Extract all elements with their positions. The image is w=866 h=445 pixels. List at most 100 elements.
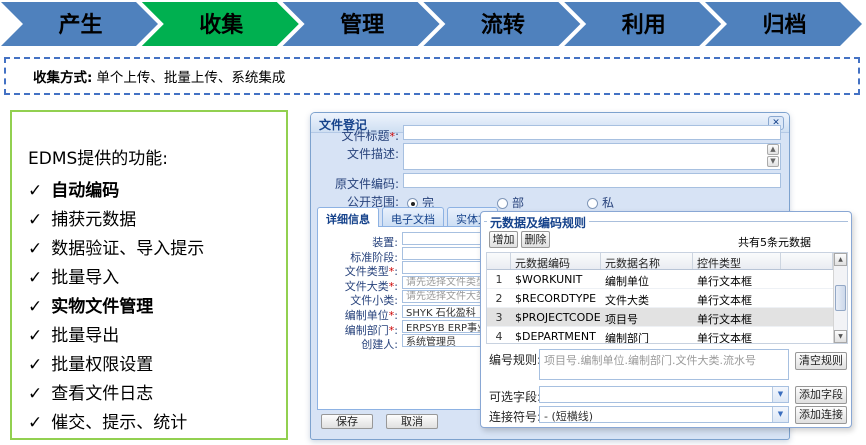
numbering-rule-input[interactable] [539,349,789,380]
cancel-button[interactable]: 取消 [386,414,438,429]
scroll-up-icon[interactable]: ▲ [767,144,779,155]
table-row[interactable]: 3$PROJECTCODE项目号单行文本框 [487,308,847,327]
table-cell [781,327,833,344]
svg-text:利用: 利用 [622,13,666,38]
feature-label: 捕获元数据 [51,210,136,230]
clear-rule-button[interactable]: 清空规则 [795,352,847,370]
features-list: ✓自动编码✓捕获元数据✓数据验证、导入提示✓批量导入✓实物文件管理✓批量导出✓批… [28,177,280,438]
rule-label: 编号规则: [489,351,541,368]
table-cell: 单行文本框 [693,289,781,307]
scroll-down-icon[interactable]: ▼ [834,330,847,343]
check-icon: ✓ [28,297,42,317]
field-label: 创建人: [318,336,398,352]
tab-电子文档[interactable]: 电子文档 [382,207,444,226]
column-header[interactable]: 元数据编码 [511,253,601,269]
table-cell: 2 [487,289,511,307]
feature-item: ✓批量权限设置 [28,351,280,380]
check-icon: ✓ [28,239,42,259]
field-label: 编制单位*: [318,307,398,323]
svg-text:产生: 产生 [58,13,102,38]
table-cell [781,289,833,307]
feature-label: 自动编码 [51,181,119,201]
table-row[interactable]: 1$WORKUNIT编制单位单行文本框 [487,270,847,289]
flow-step-5: 利用 [564,2,721,46]
table-cell: 单行文本框 [693,308,781,326]
connector-label: 连接符号: [489,408,541,425]
check-icon: ✓ [28,326,42,346]
flow-step-2: 收集 [142,2,299,46]
optional-field-label: 可选字段: [489,388,541,405]
features-box: EDMS提供的功能: ✓自动编码✓捕获元数据✓数据验证、导入提示✓批量导入✓实物… [10,110,288,440]
field-label: 文件小类: [318,292,398,308]
table-cell: $DEPARTMENT [511,327,601,344]
add-connector-button[interactable]: 添加连接 [795,406,847,424]
feature-label: 催交、提示、统计 [51,413,187,433]
file-description-input[interactable] [403,143,781,170]
add-field-button[interactable]: 添加字段 [795,386,847,404]
feature-item: ✓查看文件日志 [28,380,280,409]
feature-item: ✓批量导出 [28,322,280,351]
svg-text:收集: 收集 [199,12,244,38]
table-cell: 单行文本框 [693,327,781,344]
feature-label: 批量权限设置 [51,355,153,375]
feature-label: 实物文件管理 [51,297,153,317]
flow-step-4: 流转 [423,2,580,46]
check-icon: ✓ [28,268,42,288]
connector-select[interactable]: - (短横线) ▼ [539,406,789,423]
flow-step-3: 管理 [283,2,440,46]
table-row[interactable]: 4$DEPARTMENT编制部门单行文本框 [487,327,847,344]
svg-text:流转: 流转 [481,12,525,38]
table-cell [781,308,833,326]
banner-text: 单个上传、批量上传、系统集成 [96,66,285,86]
field-label: 文件类型*: [318,263,398,279]
table-cell: $RECORDTYPE [511,289,601,307]
field-label: 编制部门*: [318,322,398,338]
check-icon: ✓ [28,384,42,404]
table-cell: 4 [487,327,511,344]
tab-详细信息[interactable]: 详细信息 [317,207,379,227]
check-icon: ✓ [28,413,42,433]
scrollbar-thumb[interactable] [835,285,846,311]
chevron-down-icon[interactable]: ▼ [772,407,788,422]
table-scrollbar[interactable]: ▲ ▼ [833,253,847,343]
metadata-table: 元数据编码元数据名称控件类型1$WORKUNIT编制单位单行文本框2$RECOR… [486,252,848,344]
feature-label: 批量导入 [51,268,119,288]
feature-item: ✓ 批量导入 [28,264,280,293]
table-row[interactable]: 2$RECORDTYPE文件大类单行文本框 [487,289,847,308]
field-label: 原文件编码: [311,175,399,192]
edms-collect-slide: 产生收集管理流转利用归档 收集方式: 单个上传、批量上传、系统集成 EDMS提供… [0,0,866,445]
add-button[interactable]: 增加 [489,231,518,248]
table-header-row: 元数据编码元数据名称控件类型 [487,253,847,270]
field-label: 文件大类*: [318,278,398,294]
optional-field-select[interactable]: ▼ [539,386,789,403]
metadata-rules-panel: 元数据及编码规则 增加 删除 共有5条元数据 元数据编码元数据名称控件类型1$W… [480,211,852,428]
table-cell: 项目号 [601,308,693,326]
column-header[interactable] [487,253,511,269]
feature-item: ✓ 自动编码 [28,177,280,206]
flow-step-6: 归档 [705,2,862,46]
svg-text:管理: 管理 [340,12,384,38]
column-header[interactable] [781,253,833,269]
feature-item: ✓ 数据验证、导入提示 [28,235,280,264]
save-button[interactable]: 保存 [321,414,373,429]
text-input[interactable] [403,173,781,188]
scroll-up-icon[interactable]: ▲ [834,253,847,266]
text-input[interactable] [403,125,781,140]
chevron-down-icon[interactable]: ▼ [772,387,788,402]
column-header[interactable]: 元数据名称 [601,253,693,269]
table-cell: 文件大类 [601,289,693,307]
panel-legend: 元数据及编码规则 [487,214,589,231]
feature-label: 数据验证、导入提示 [51,239,204,259]
svg-text:归档: 归档 [762,13,806,38]
delete-button[interactable]: 删除 [521,231,550,248]
table-cell: 1 [487,270,511,288]
collect-method-banner: 收集方式: 单个上传、批量上传、系统集成 [4,57,860,95]
flow-step-1: 产生 [1,2,158,46]
check-icon: ✓ [28,210,42,230]
process-flow-chevrons: 产生 收集 管理 流转 利用 归档 [0,0,866,48]
check-icon: ✓ [28,181,42,201]
column-header[interactable]: 控件类型 [693,253,781,269]
table-cell: 编制部门 [601,327,693,344]
table-cell [781,270,833,288]
scroll-down-icon[interactable]: ▼ [767,156,779,167]
